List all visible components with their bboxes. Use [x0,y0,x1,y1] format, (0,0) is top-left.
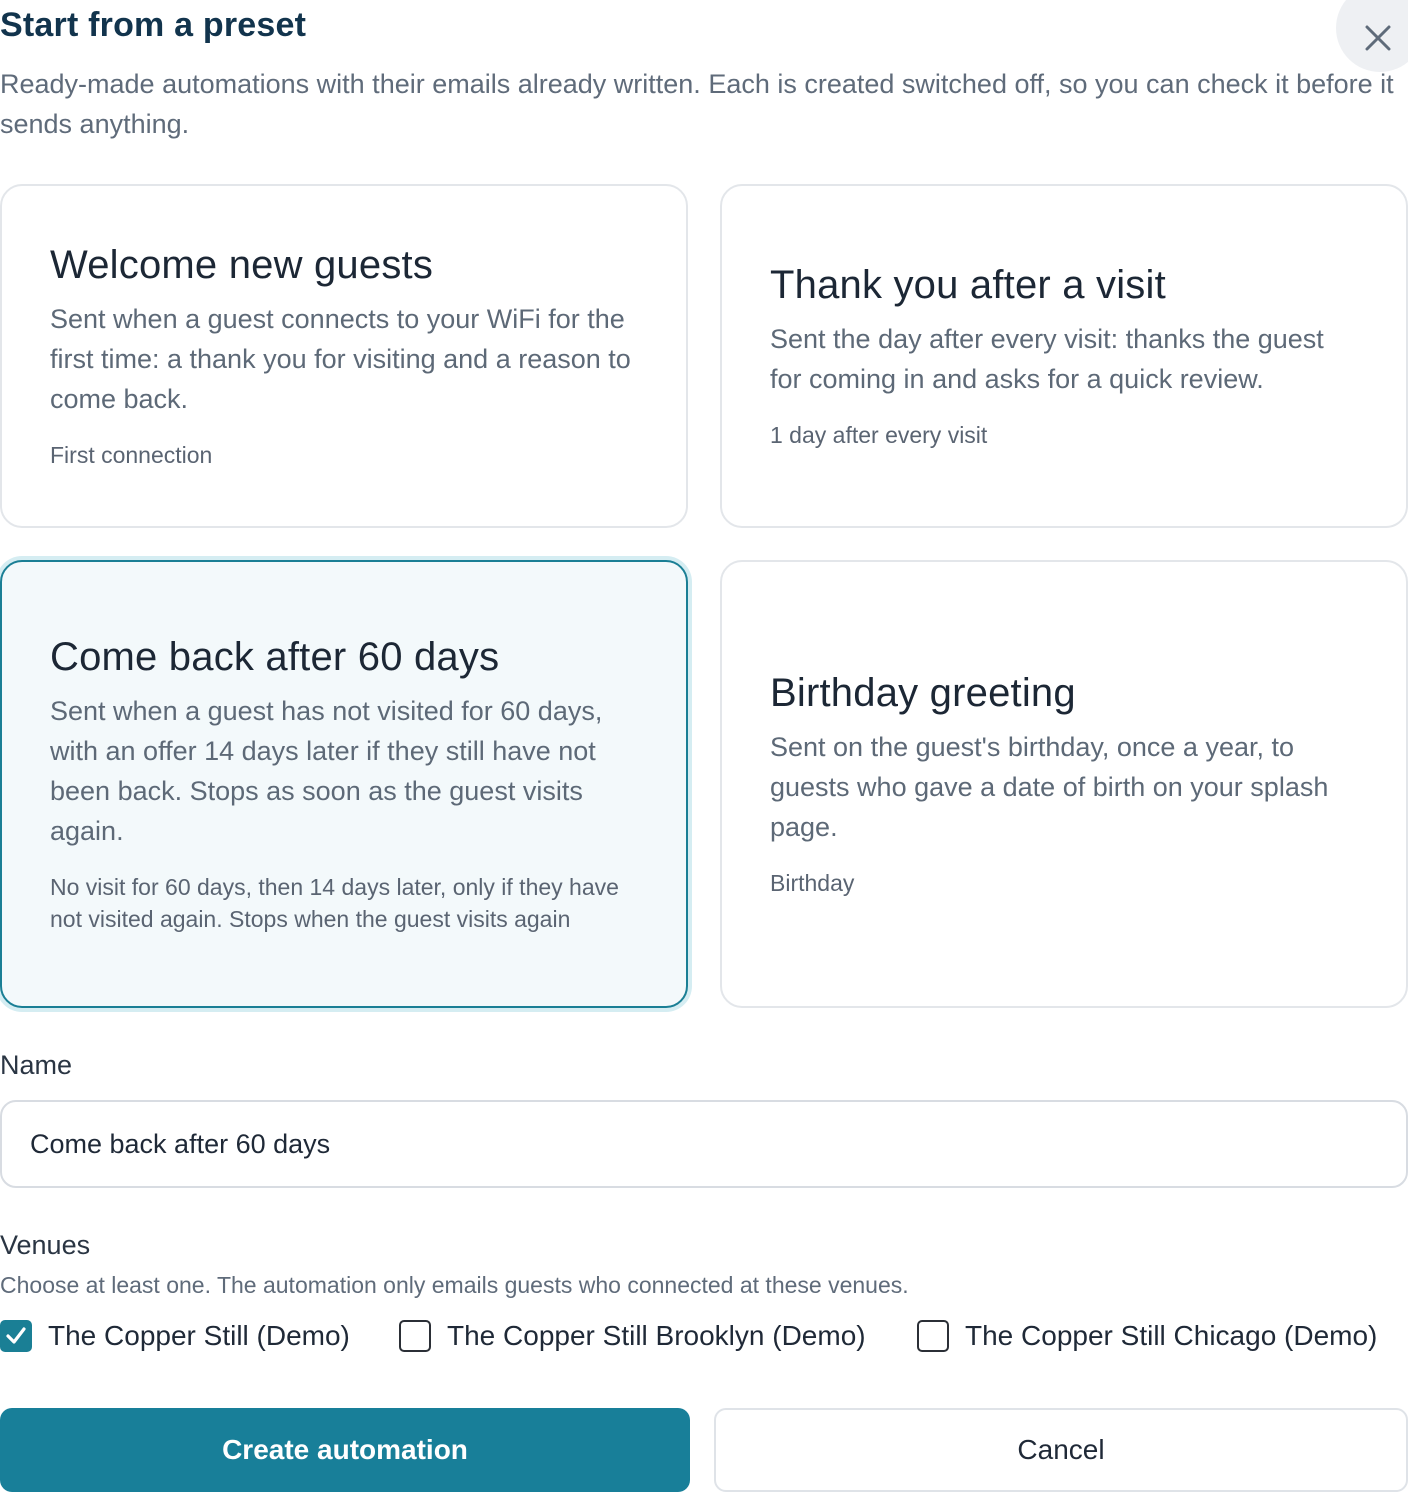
preset-title: Come back after 60 days [50,635,500,679]
check-icon [6,1327,26,1344]
create-automation-button[interactable]: Create automation [0,1408,690,1492]
preset-title: Birthday greeting [770,671,1076,715]
preset-title: Thank you after a visit [770,263,1166,307]
preset-trigger: 1 day after every visit [770,422,988,448]
preset-trigger: First connection [50,442,213,468]
preset-dialog: Start from a preset Ready-made automatio… [0,0,1408,1492]
venue-option-copper-still-chicago[interactable]: The Copper Still Chicago (Demo) [917,1320,1377,1352]
venue-label: The Copper Still (Demo) [48,1320,350,1351]
preset-card-thank-you[interactable]: Thank you after a visit Sent the day aft… [720,184,1408,528]
name-input[interactable] [0,1100,1408,1188]
venues-help-text: Choose at least one. The automation only… [0,1272,909,1298]
cancel-button[interactable]: Cancel [714,1408,1408,1492]
preset-card-birthday[interactable]: Birthday greeting Sent on the guest's bi… [720,560,1408,1008]
preset-description: Sent the day after every visit: thanks t… [770,324,1324,394]
dialog-title: Start from a preset [0,6,307,44]
checkbox-unchecked[interactable] [917,1320,949,1352]
preset-title: Welcome new guests [50,243,434,287]
preset-description: Sent when a guest has not visited for 60… [50,696,603,846]
preset-description: Sent on the guest's birthday, once a yea… [770,732,1329,842]
close-button[interactable] [1336,0,1408,72]
checkbox-unchecked[interactable] [399,1320,431,1352]
venues-label: Venues [0,1230,91,1260]
venue-option-copper-still[interactable]: The Copper Still (Demo) [0,1320,350,1352]
preset-trigger: Birthday [770,870,855,896]
venue-label: The Copper Still Brooklyn (Demo) [447,1320,866,1351]
preset-description: Sent when a guest connects to your WiFi … [50,304,631,414]
checkbox-checked[interactable] [0,1320,32,1352]
preset-card-welcome[interactable]: Welcome new guests Sent when a guest con… [0,184,688,528]
venue-option-copper-still-brooklyn[interactable]: The Copper Still Brooklyn (Demo) [399,1320,866,1352]
dialog-subtitle: Ready-made automations with their emails… [0,69,1394,139]
preset-card-come-back[interactable]: Come back after 60 days Sent when a gues… [0,560,688,1008]
preset-trigger: No visit for 60 days, then 14 days later… [50,874,619,932]
venue-label: The Copper Still Chicago (Demo) [965,1320,1378,1351]
name-label: Name [0,1050,73,1080]
close-icon [1365,25,1391,51]
